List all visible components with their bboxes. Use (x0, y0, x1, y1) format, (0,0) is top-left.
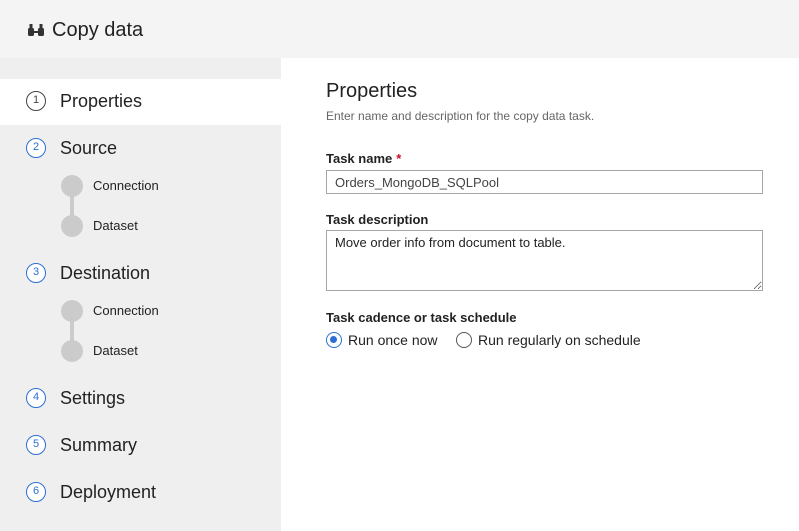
substep-dot (61, 215, 83, 237)
step-properties[interactable]: 1 Properties (0, 79, 281, 125)
step-label: Deployment (60, 482, 157, 502)
copy-data-icon (28, 24, 44, 36)
step-number-badge: 1 (26, 91, 46, 111)
task-name-label: Task name * (326, 151, 401, 166)
step-label: Destination (60, 263, 151, 283)
task-name-label-text: Task name (326, 151, 393, 166)
radio-label: Run regularly on schedule (478, 332, 641, 348)
required-marker: * (396, 151, 402, 166)
task-description-label: Task description (326, 212, 429, 227)
header: Copy data (0, 0, 799, 58)
step-number-badge: 5 (26, 435, 46, 455)
substep-dot (61, 340, 83, 362)
step-deployment[interactable]: 6 Deployment (0, 470, 281, 516)
step-label: Properties (60, 91, 143, 111)
task-description-textarea[interactable]: Move order info from document to table. (326, 230, 763, 291)
substep-label: Connection (93, 178, 159, 193)
step-settings[interactable]: 4 Settings (0, 376, 281, 422)
step-label: Source (60, 138, 118, 158)
step-summary[interactable]: 5 Summary (0, 423, 281, 469)
page-subtitle: Enter name and description for the copy … (326, 109, 595, 123)
radio-label: Run once now (348, 332, 438, 348)
task-name-input[interactable] (326, 170, 763, 194)
app-title: Copy data (52, 19, 144, 41)
step-number-badge: 4 (26, 388, 46, 408)
substep-label: Dataset (93, 343, 138, 358)
wizard-sidebar: 1 Properties 2 Source Connection Dataset… (0, 58, 281, 531)
properties-panel: Properties Enter name and description fo… (281, 58, 799, 531)
substep-dot (61, 300, 83, 322)
step-source[interactable]: 2 Source (0, 126, 281, 172)
substep-source-connection[interactable]: Connection (0, 169, 281, 205)
radio-unchecked-icon (456, 332, 472, 348)
substep-label: Dataset (93, 218, 138, 233)
radio-checked-icon (326, 332, 342, 348)
substep-destination-connection[interactable]: Connection (0, 294, 281, 330)
substep-source-dataset[interactable]: Dataset (0, 209, 281, 245)
step-number-badge: 2 (26, 138, 46, 158)
step-label: Summary (60, 435, 138, 455)
step-destination[interactable]: 3 Destination (0, 251, 281, 297)
page-title: Properties (326, 80, 418, 102)
step-label: Settings (60, 388, 126, 408)
substep-dot (61, 175, 83, 197)
task-cadence-label: Task cadence or task schedule (326, 310, 517, 325)
substep-destination-dataset[interactable]: Dataset (0, 334, 281, 370)
step-number-badge: 6 (26, 482, 46, 502)
step-number-badge: 3 (26, 263, 46, 283)
substep-label: Connection (93, 303, 159, 318)
